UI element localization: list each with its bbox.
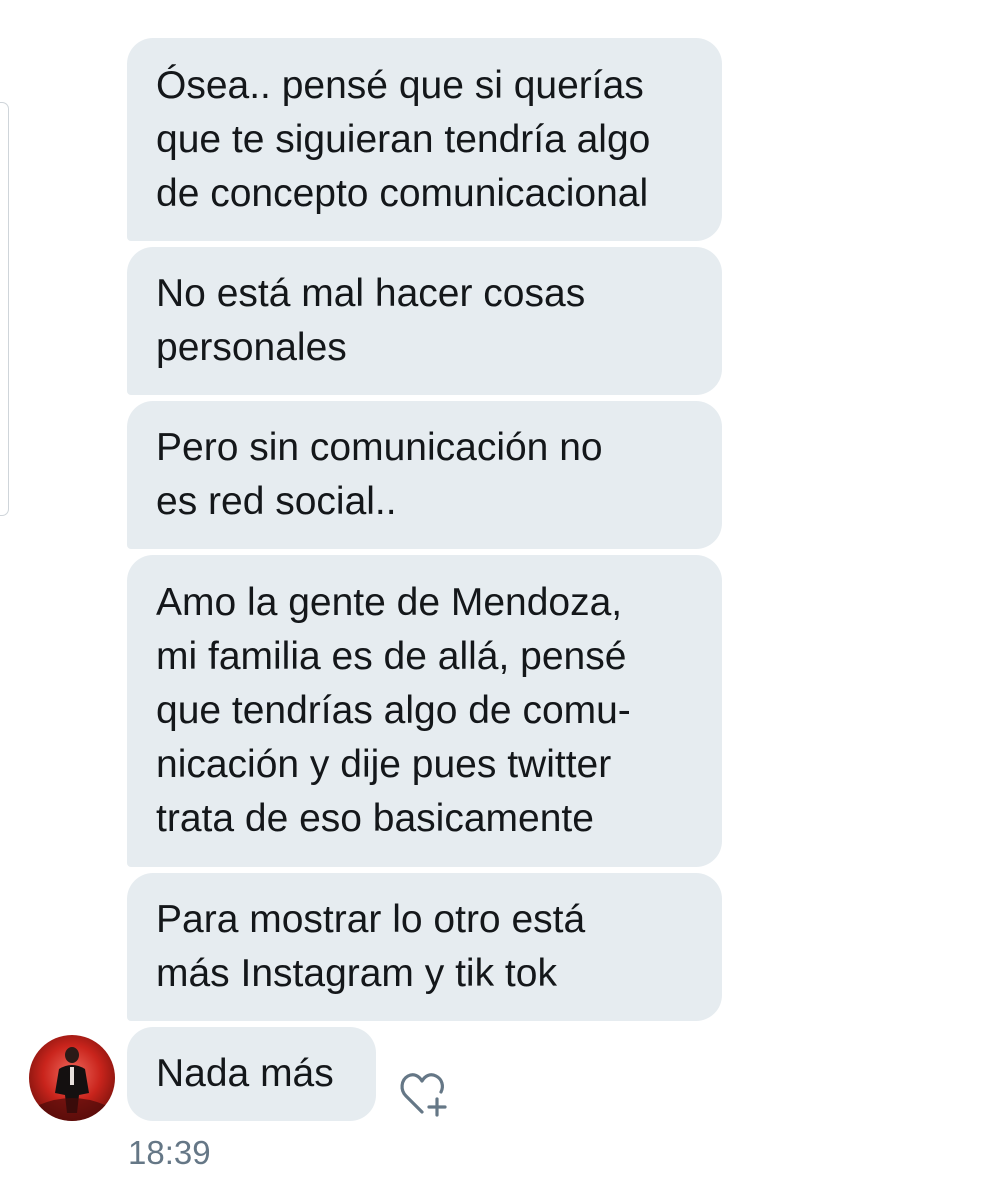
message-bubble[interactable]: No está mal hacer cosas personales bbox=[127, 247, 722, 395]
sender-avatar[interactable] bbox=[29, 1035, 115, 1121]
message-text: No está mal hacer cosas personales bbox=[156, 272, 586, 369]
message-bubble[interactable]: Ósea.. pensé que si querías que te sigui… bbox=[127, 38, 722, 241]
message-text: Amo la gente de Mendoza, mi familia es d… bbox=[156, 581, 631, 840]
message-text: Ósea.. pensé que si querías que te sigui… bbox=[156, 63, 651, 215]
heart-plus-icon[interactable] bbox=[398, 1068, 454, 1118]
message-text: Nada más bbox=[156, 1052, 334, 1095]
message-bubble[interactable]: Para mostrar lo otro está más Instagram … bbox=[127, 873, 722, 1021]
person-silhouette-icon bbox=[35, 1047, 109, 1121]
message-timestamp: 18:39 bbox=[128, 1134, 211, 1171]
message-bubble[interactable]: Pero sin comunicación no es red social.. bbox=[127, 401, 722, 549]
scrollbar-edge[interactable] bbox=[0, 102, 9, 516]
message-text: Pero sin comunicación no es red social.. bbox=[156, 426, 603, 523]
message-bubble[interactable]: Amo la gente de Mendoza, mi familia es d… bbox=[127, 555, 722, 867]
message-bubble[interactable]: Nada más bbox=[127, 1027, 376, 1121]
message-text: Para mostrar lo otro está más Instagram … bbox=[156, 898, 586, 995]
